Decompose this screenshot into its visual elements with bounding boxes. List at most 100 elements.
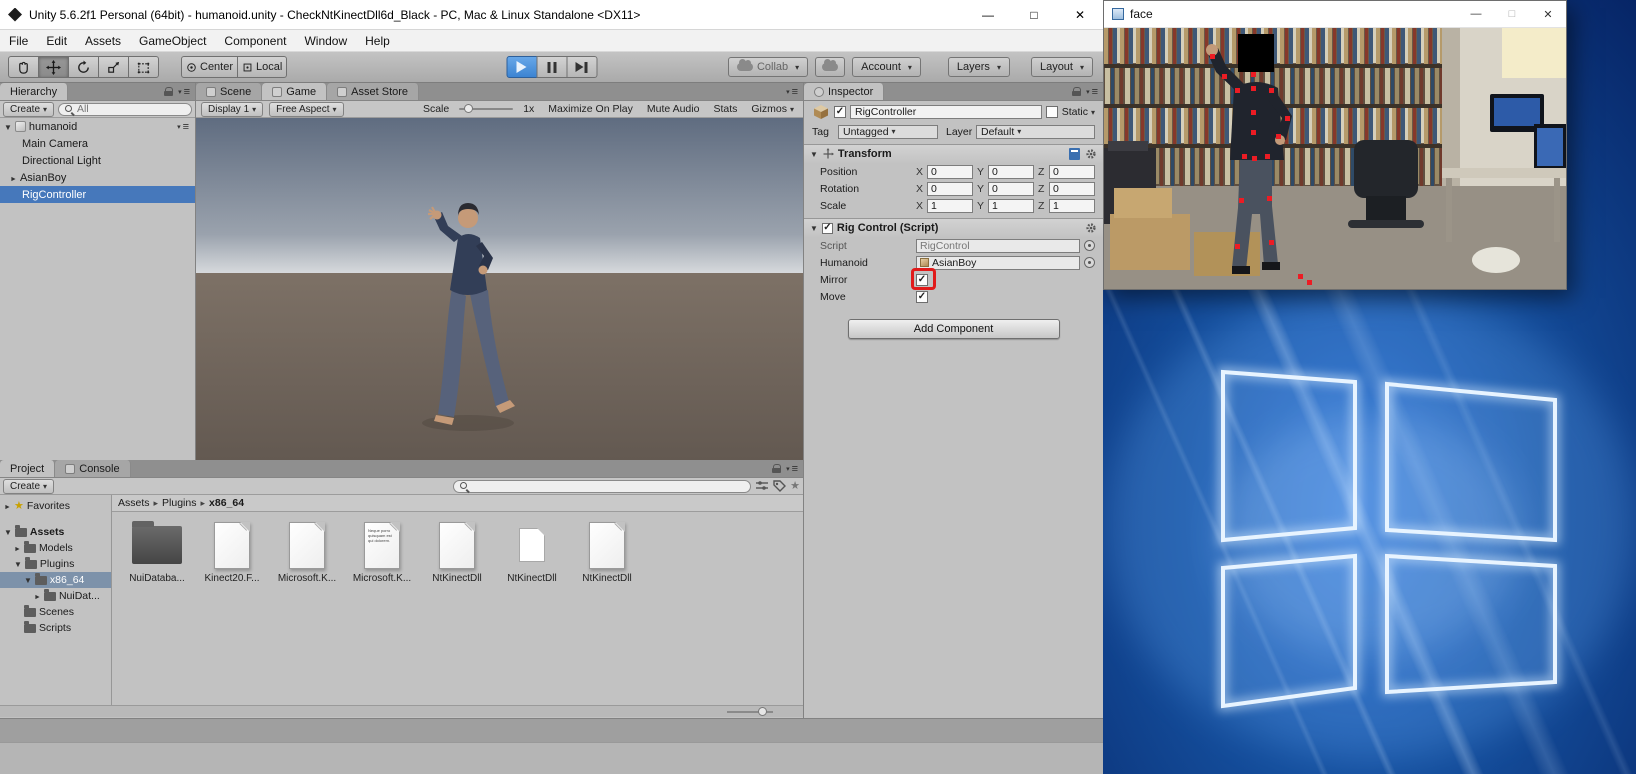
transform-component-header[interactable]: Transform [804, 144, 1103, 163]
foldout-open-icon[interactable] [810, 222, 818, 234]
foldout-open-icon[interactable] [4, 121, 12, 133]
position-y-field[interactable]: 0 [988, 165, 1034, 179]
favorites-row[interactable]: ★ Favorites [0, 498, 111, 514]
position-z-field[interactable]: 0 [1049, 165, 1095, 179]
scale-y-field[interactable]: 1 [988, 199, 1034, 213]
gameobject-name-field[interactable]: RigController [850, 105, 1042, 119]
gizmos-dropdown[interactable]: Gizmos [747, 103, 798, 115]
tab-game[interactable]: Game [262, 83, 327, 100]
account-dropdown[interactable]: Account [852, 57, 921, 77]
play-button[interactable] [506, 56, 537, 78]
rotate-tool-button[interactable] [68, 56, 99, 78]
script-object-field[interactable]: RigControl [916, 239, 1080, 253]
tree-item-nuidat[interactable]: NuiDat... [0, 588, 111, 604]
scale-x-field[interactable]: 1 [927, 199, 973, 213]
collab-button[interactable]: Collab [728, 57, 808, 77]
aspect-dropdown[interactable]: Free Aspect [269, 102, 343, 117]
panel-menu-icon[interactable] [178, 86, 190, 98]
panel-menu-icon[interactable] [1086, 86, 1098, 98]
layer-dropdown[interactable]: Default [976, 125, 1095, 139]
lock-icon[interactable] [772, 464, 781, 473]
hierarchy-create-button[interactable]: Create [3, 102, 54, 117]
cloud-services-button[interactable] [815, 57, 845, 77]
tree-item-x86-64[interactable]: x86_64 [0, 572, 111, 588]
foldout-open-icon[interactable] [14, 558, 22, 570]
minimize-button[interactable]: — [965, 0, 1011, 29]
asset-tile-ntkinectdll-2[interactable]: NtKinectDll [503, 520, 561, 584]
layout-dropdown[interactable]: Layout [1031, 57, 1093, 77]
static-checkbox[interactable] [1046, 106, 1058, 118]
tag-dropdown[interactable]: Untagged [838, 125, 938, 139]
inspector-tab[interactable]: Inspector [804, 83, 884, 100]
hierarchy-scene-row[interactable]: humanoid [0, 118, 195, 135]
tree-item-plugins[interactable]: Plugins [0, 556, 111, 572]
project-create-button[interactable]: Create [3, 479, 54, 494]
hierarchy-item-asianboy[interactable]: AsianBoy [0, 169, 195, 186]
panel-menu-icon[interactable] [786, 86, 798, 98]
step-button[interactable] [566, 56, 597, 78]
menu-window[interactable]: Window [295, 34, 356, 48]
hierarchy-search-input[interactable]: All [58, 103, 192, 116]
scale-slider-thumb[interactable] [464, 104, 473, 113]
static-label[interactable]: Static [1062, 106, 1095, 118]
asset-tile-microsoft-k1[interactable]: Microsoft.K... [278, 520, 336, 584]
tree-item-assets[interactable]: Assets [0, 524, 111, 540]
hierarchy-item-rigcontroller[interactable]: RigController [0, 186, 195, 203]
menu-file[interactable]: File [0, 34, 37, 48]
lock-icon[interactable] [1072, 87, 1081, 96]
position-x-field[interactable]: 0 [927, 165, 973, 179]
search-by-type-icon[interactable] [755, 480, 769, 492]
foldout-open-icon[interactable] [4, 526, 12, 538]
rect-tool-button[interactable] [128, 56, 159, 78]
foldout-closed-icon[interactable] [10, 172, 17, 184]
project-search-input[interactable] [453, 480, 751, 493]
gear-icon[interactable] [1085, 222, 1097, 234]
breadcrumb-plugins[interactable]: Plugins [162, 497, 205, 509]
face-titlebar[interactable]: face — □ ✕ [1104, 1, 1566, 28]
scale-tool-button[interactable] [98, 56, 129, 78]
rotation-z-field[interactable]: 0 [1049, 182, 1095, 196]
tab-project[interactable]: Project [0, 460, 55, 477]
scale-slider[interactable] [459, 108, 513, 110]
menu-help[interactable]: Help [356, 34, 399, 48]
maximize-button[interactable]: □ [1011, 0, 1057, 29]
rig-control-component-header[interactable]: Rig Control (Script) [804, 218, 1103, 237]
layers-dropdown[interactable]: Layers [948, 57, 1010, 77]
tab-console[interactable]: Console [55, 460, 130, 477]
menu-component[interactable]: Component [215, 34, 295, 48]
search-by-label-icon[interactable] [773, 480, 786, 492]
foldout-closed-icon[interactable] [14, 542, 21, 554]
menu-assets[interactable]: Assets [76, 34, 130, 48]
display-dropdown[interactable]: Display 1 [201, 102, 263, 117]
saved-search-star-icon[interactable]: ★ [790, 481, 800, 492]
maximize-on-play-toggle[interactable]: Maximize On Play [544, 103, 637, 115]
hierarchy-tab[interactable]: Hierarchy [0, 83, 68, 100]
humanoid-object-field[interactable]: AsianBoy [916, 256, 1080, 270]
breadcrumb-x86-64[interactable]: x86_64 [209, 497, 244, 509]
lock-icon[interactable] [164, 87, 173, 96]
menu-gameobject[interactable]: GameObject [130, 34, 215, 48]
hierarchy-item-main-camera[interactable]: Main Camera [0, 135, 195, 152]
menu-edit[interactable]: Edit [37, 34, 76, 48]
close-button[interactable]: ✕ [1057, 0, 1103, 29]
rotation-x-field[interactable]: 0 [927, 182, 973, 196]
object-picker-icon[interactable] [1084, 240, 1095, 251]
pivot-center-button[interactable]: Center [181, 56, 238, 78]
hand-tool-button[interactable] [8, 56, 39, 78]
asset-tile-kinect20[interactable]: Kinect20.F... [203, 520, 261, 584]
rotation-y-field[interactable]: 0 [988, 182, 1034, 196]
asset-tile-ntkinectdll-1[interactable]: NtKinectDll [428, 520, 486, 584]
panel-menu-icon[interactable] [786, 463, 798, 475]
face-close-button[interactable]: ✕ [1530, 1, 1566, 27]
pause-button[interactable] [536, 56, 567, 78]
help-book-icon[interactable] [1069, 148, 1080, 160]
hierarchy-item-directional-light[interactable]: Directional Light [0, 152, 195, 169]
tree-item-scenes[interactable]: Scenes [0, 604, 111, 620]
space-local-button[interactable]: Local [237, 56, 287, 78]
tab-scene[interactable]: Scene [196, 83, 262, 100]
object-picker-icon[interactable] [1084, 257, 1095, 268]
face-minimize-button[interactable]: — [1458, 1, 1494, 27]
tab-asset-store[interactable]: Asset Store [327, 83, 419, 100]
foldout-closed-icon[interactable] [34, 590, 41, 602]
unity-titlebar[interactable]: Unity 5.6.2f1 Personal (64bit) - humanoi… [0, 0, 1103, 30]
